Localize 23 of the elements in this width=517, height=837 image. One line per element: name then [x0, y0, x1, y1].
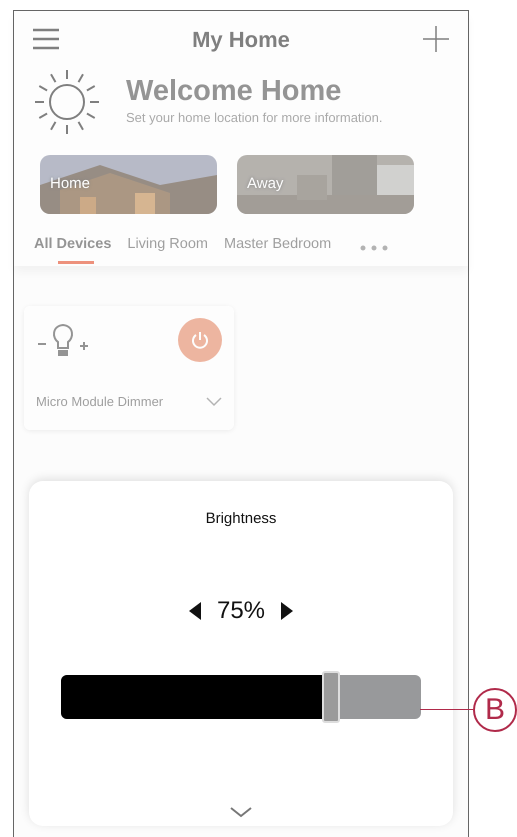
chevron-down-icon[interactable]	[206, 396, 222, 407]
screen-title: My Home	[192, 26, 290, 54]
slider-handle[interactable]	[322, 670, 340, 722]
add-icon[interactable]	[422, 25, 450, 53]
sheet-title: Brightness	[206, 509, 276, 529]
collapse-chevron-icon[interactable]	[229, 806, 253, 818]
welcome-title: Welcome Home	[126, 76, 342, 108]
increase-arrow-icon[interactable]	[281, 602, 294, 620]
menu-icon[interactable]	[32, 28, 60, 50]
leader-line	[420, 709, 473, 710]
sun-icon	[32, 68, 102, 136]
welcome-subtitle: Set your home location for more information.	[126, 109, 383, 128]
room-tab[interactable]: Living Room	[127, 234, 208, 266]
callout-label: B	[473, 688, 517, 732]
brightness-reading: 75%	[216, 596, 266, 626]
mode-card[interactable]: Home	[40, 155, 217, 214]
device-name: Micro Module Dimmer	[36, 393, 164, 411]
power-icon	[190, 330, 210, 350]
room-tab[interactable]: All Devices	[34, 234, 112, 266]
room-tab[interactable]: Master Bedroom	[224, 234, 332, 266]
more-icon[interactable]	[359, 244, 390, 252]
decrease-arrow-icon[interactable]	[188, 602, 201, 620]
mode-card[interactable]: Away	[237, 155, 414, 214]
